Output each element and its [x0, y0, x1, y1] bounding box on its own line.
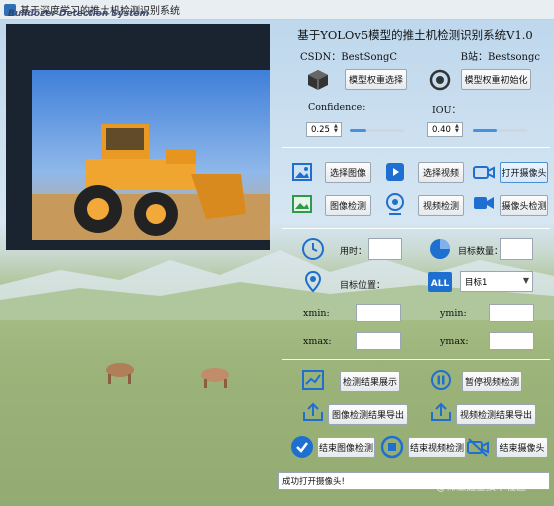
image-icon	[292, 163, 312, 181]
chart-line-icon	[302, 370, 324, 390]
chevron-down-icon[interactable]: ▼	[523, 276, 529, 285]
iou-value: 0.40	[432, 124, 451, 135]
confidence-label: Confidence:	[308, 102, 366, 113]
webcam-icon	[386, 193, 404, 215]
export-video-icon	[431, 402, 451, 421]
iou-spinbox[interactable]: 0.40 ▲ ▼	[427, 122, 463, 137]
divider	[282, 147, 550, 148]
time-label: 用时：	[340, 247, 368, 257]
bilibili-label: B站：Bestsongc	[460, 52, 540, 63]
xmax-field	[356, 332, 401, 350]
video-detect-button[interactable]: 视频检测	[418, 195, 464, 216]
spin-arrows-icon[interactable]: ▲ ▼	[334, 124, 340, 135]
end-image-button[interactable]: 结束图像检测	[317, 437, 375, 458]
stop-circle-icon	[380, 435, 404, 459]
export-image-icon	[303, 402, 323, 421]
confidence-value: 0.25	[311, 124, 330, 135]
status-message: 成功打开摄像头!	[282, 477, 345, 487]
author-info: CSDN：BestSongC B站：Bestsongc	[300, 48, 540, 63]
location-pin-icon	[304, 270, 322, 293]
iou-slider[interactable]	[473, 129, 527, 132]
divider	[282, 228, 550, 229]
init-weights-button[interactable]: 模型权重初始化	[461, 69, 531, 90]
select-weights-button[interactable]: 模型权重选择	[345, 69, 407, 90]
pie-chart-icon	[430, 239, 450, 259]
export-image-button[interactable]: 图像检测结果导出	[328, 404, 408, 425]
divider	[282, 359, 550, 360]
all-targets-icon: ALL	[428, 272, 452, 292]
open-camera-button[interactable]: 打开摄像头	[500, 162, 548, 183]
camcorder-icon	[474, 197, 494, 209]
select-video-button[interactable]: 选择视频	[418, 162, 464, 183]
overlay-title: Bulldozer Detection System	[8, 9, 149, 19]
image-detect-button[interactable]: 图像检测	[325, 195, 371, 216]
target-select[interactable]: 目标1 ▼	[460, 271, 533, 292]
pause-icon	[431, 370, 451, 390]
image-detect-icon	[292, 195, 312, 213]
cube-icon	[308, 70, 328, 90]
check-circle-icon	[291, 436, 313, 458]
bulldozer-frame	[6, 24, 270, 250]
count-label: 目标数量：	[458, 247, 504, 257]
show-results-button[interactable]: 检测结果展示	[340, 371, 400, 392]
clock-icon	[302, 238, 324, 260]
xmin-label: xmin:	[303, 308, 330, 319]
xmin-field	[356, 304, 401, 322]
ymin-field	[489, 304, 534, 322]
camera-icon	[473, 166, 495, 179]
target-settings-icon	[429, 69, 451, 91]
watermark: @稀土掘金技术社区	[436, 482, 526, 493]
export-video-button[interactable]: 视频检测结果导出	[456, 404, 536, 425]
video-display	[6, 24, 270, 250]
video-file-icon	[386, 163, 404, 181]
ymax-label: ymax:	[440, 336, 469, 347]
confidence-slider[interactable]	[350, 129, 404, 132]
confidence-spinbox[interactable]: 0.25 ▲ ▼	[306, 122, 342, 137]
svg-text:ALL: ALL	[431, 279, 450, 289]
system-title: 基于YOLOv5模型的推土机检测识别系统V1.0	[297, 28, 533, 42]
pause-video-button[interactable]: 暂停视频检测	[462, 371, 522, 392]
end-video-button[interactable]: 结束视频检测	[408, 437, 466, 458]
ymin-label: ymin:	[440, 308, 467, 319]
count-value-field	[500, 238, 533, 260]
csdn-label: CSDN：BestSongC	[300, 52, 398, 63]
cow-decoration	[106, 363, 229, 388]
camera-detect-button[interactable]: 摄像头检测	[500, 195, 548, 216]
time-value-field	[368, 238, 402, 260]
iou-label: IOU：	[432, 105, 462, 116]
select-image-button[interactable]: 选择图像	[325, 162, 371, 183]
position-label: 目标位置：	[340, 281, 386, 291]
title-bar: 基于深度学习的推土机检测识别系统 Bulldozer Detection Sys…	[0, 0, 554, 20]
ymax-field	[489, 332, 534, 350]
target-select-value: 目标1	[465, 277, 488, 288]
spin-arrows-icon[interactable]: ▲ ▼	[455, 124, 461, 135]
xmax-label: xmax:	[303, 336, 332, 347]
end-camera-button[interactable]: 结束摄像头	[496, 437, 548, 458]
camera-off-icon	[467, 438, 489, 457]
